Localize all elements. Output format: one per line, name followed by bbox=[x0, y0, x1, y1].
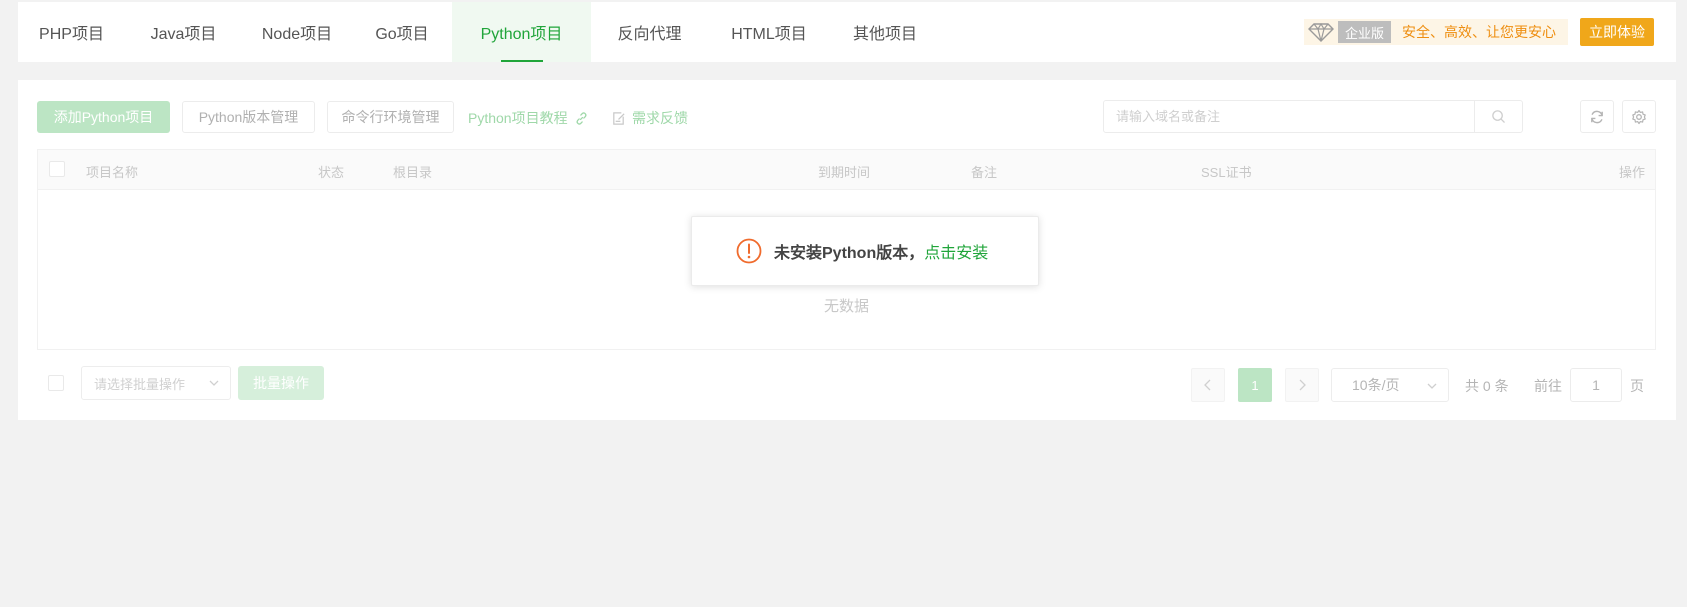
column-expire-time[interactable]: 到期时间 bbox=[818, 162, 870, 181]
tab-go[interactable]: Go项目 bbox=[352, 2, 452, 62]
column-actions: 操作 bbox=[1618, 165, 1645, 180]
select-all-checkbox[interactable] bbox=[49, 161, 65, 177]
tab-node[interactable]: Node项目 bbox=[242, 2, 352, 62]
link-icon bbox=[574, 111, 589, 126]
column-status: 状态 bbox=[318, 165, 345, 180]
table-header: 项目名称 状态 根目录 到期时间 备注 SSL证书 操作 bbox=[38, 150, 1655, 190]
chevron-right-icon bbox=[1297, 379, 1307, 391]
promo-slogan: 安全、高效、让您更安心 bbox=[1402, 24, 1556, 40]
empty-data-text: 无数据 bbox=[823, 298, 869, 315]
python-version-button[interactable]: Python版本管理 bbox=[182, 101, 315, 133]
gear-icon bbox=[1631, 109, 1647, 125]
install-python-link[interactable]: 点击安装 bbox=[924, 239, 988, 263]
column-remark: 备注 bbox=[971, 165, 998, 180]
footer-select-checkbox[interactable] bbox=[48, 375, 64, 391]
page-number-current[interactable]: 1 bbox=[1238, 368, 1272, 402]
tab-reverse-proxy[interactable]: 反向代理 bbox=[591, 2, 708, 62]
diamond-icon bbox=[1304, 19, 1338, 45]
tab-other[interactable]: 其他项目 bbox=[830, 2, 940, 62]
refresh-button[interactable] bbox=[1580, 100, 1614, 133]
search-icon bbox=[1491, 109, 1506, 124]
chevron-left-icon bbox=[1203, 379, 1213, 391]
tutorial-link-label: Python项目教程 bbox=[468, 110, 568, 126]
goto-label: 前往 bbox=[1534, 378, 1562, 394]
page-size-select[interactable]: 10条/页 bbox=[1331, 368, 1449, 402]
goto-page-input[interactable]: 1 bbox=[1570, 368, 1622, 402]
toast-message: 未安装Python版本， bbox=[774, 245, 925, 262]
cli-env-button[interactable]: 命令行环境管理 bbox=[327, 101, 454, 133]
search-button[interactable] bbox=[1474, 101, 1522, 132]
column-root-dir: 根目录 bbox=[393, 165, 433, 180]
tab-java[interactable]: Java项目 bbox=[125, 2, 242, 62]
total-count: 共 0 条 bbox=[1465, 378, 1509, 394]
settings-button[interactable] bbox=[1622, 100, 1656, 133]
tab-python[interactable]: Python项目 bbox=[452, 2, 591, 62]
batch-action-select[interactable]: 请选择批量操作 bbox=[81, 366, 231, 400]
page-unit-label: 页 bbox=[1630, 378, 1644, 394]
feedback-link-label: 需求反馈 bbox=[632, 110, 688, 126]
tab-php[interactable]: PHP项目 bbox=[18, 2, 125, 62]
chevron-down-icon bbox=[208, 377, 220, 392]
enterprise-promo: 企业版 安全、高效、让您更安心 立即体验 bbox=[1303, 18, 1654, 46]
project-type-tabbar: PHP项目 Java项目 Node项目 Go项目 Python项目 反向代理 H… bbox=[18, 2, 1676, 62]
python-project-panel: 添加Python项目 Python版本管理 命令行环境管理 Python项目教程… bbox=[18, 80, 1676, 420]
warning-icon bbox=[736, 238, 762, 264]
python-tutorial-link[interactable]: Python项目教程 bbox=[468, 108, 589, 128]
feedback-link[interactable]: 需求反馈 bbox=[611, 108, 688, 128]
enterprise-edition-badge: 企业版 bbox=[1337, 21, 1391, 43]
try-now-button[interactable]: 立即体验 bbox=[1580, 18, 1654, 46]
edit-icon bbox=[611, 111, 626, 126]
column-ssl: SSL证书 bbox=[1201, 165, 1252, 180]
prev-page-button[interactable] bbox=[1191, 368, 1225, 402]
add-python-project-button[interactable]: 添加Python项目 bbox=[37, 101, 170, 133]
tab-html[interactable]: HTML项目 bbox=[708, 2, 830, 62]
search-box bbox=[1103, 100, 1524, 133]
next-page-button[interactable] bbox=[1285, 368, 1319, 402]
promo-strip[interactable]: 企业版 安全、高效、让您更安心 bbox=[1303, 19, 1568, 45]
batch-action-button[interactable]: 批量操作 bbox=[238, 366, 324, 400]
python-not-installed-toast: 未安装Python版本， 点击安装 bbox=[691, 216, 1039, 286]
refresh-icon bbox=[1589, 109, 1605, 125]
batch-select-placeholder: 请选择批量操作 bbox=[94, 376, 186, 392]
chevron-down-icon bbox=[1426, 379, 1438, 395]
page-size-value: 10条/页 bbox=[1352, 377, 1400, 393]
search-input[interactable] bbox=[1104, 101, 1524, 132]
column-project-name[interactable]: 项目名称 bbox=[86, 162, 138, 181]
